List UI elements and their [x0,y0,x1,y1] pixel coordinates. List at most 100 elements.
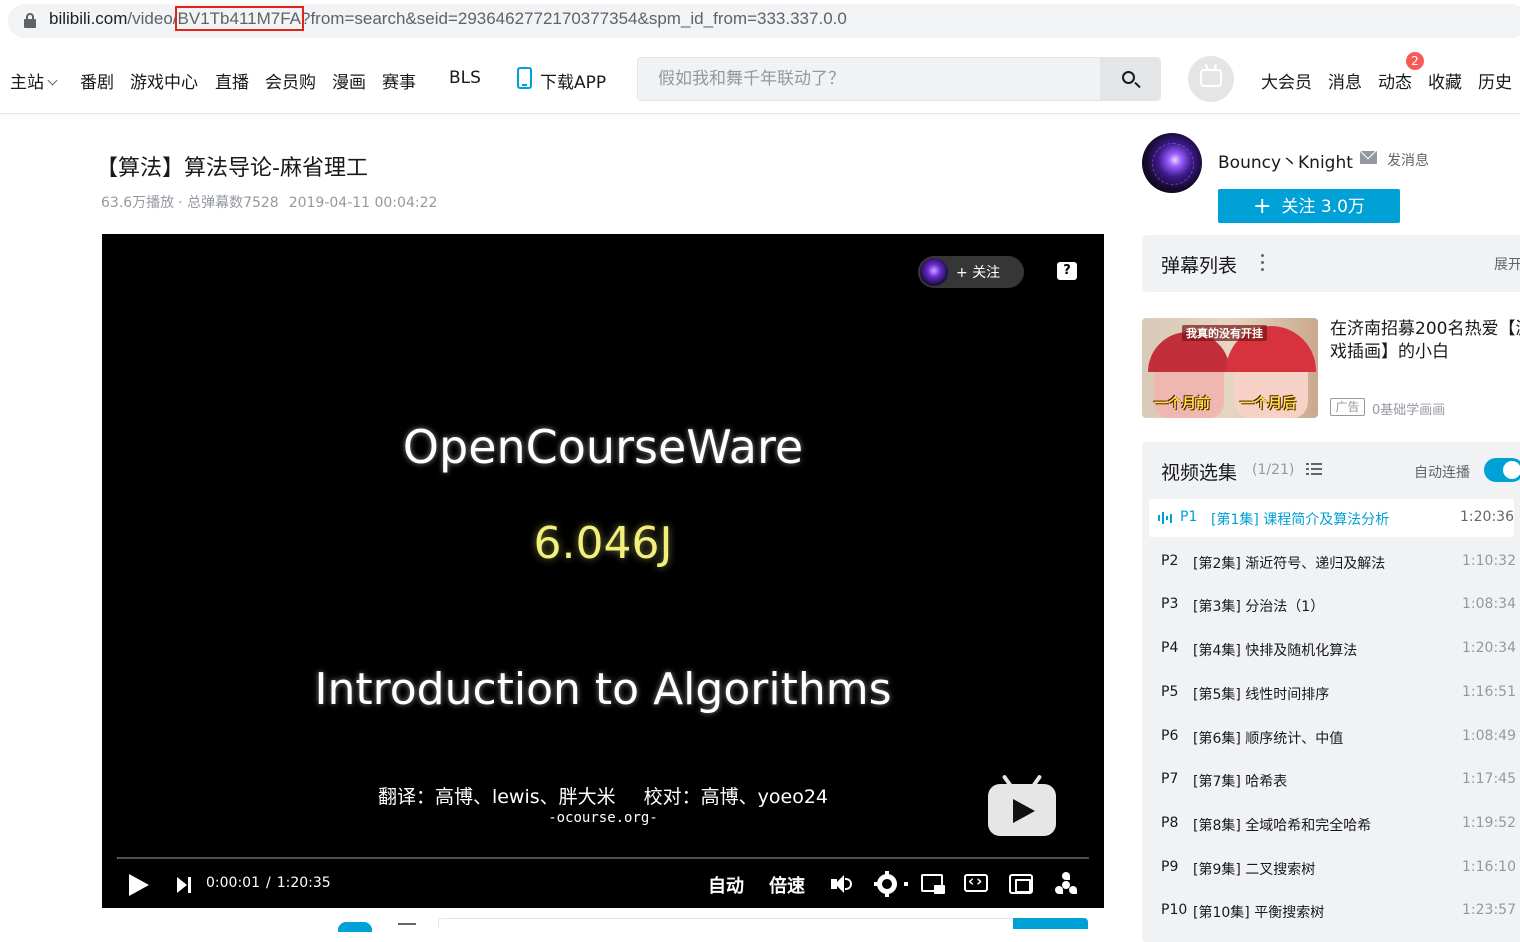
slide-line-3: Introduction to Algorithms [102,664,1104,715]
time-separator: / [266,875,271,891]
danmaku-toggle[interactable] [338,922,372,932]
search-icon [1122,71,1135,84]
ad-img-caption-right: 一个月后 [1240,393,1296,413]
web-fullscreen-icon[interactable] [1009,874,1033,894]
playlist-item-number: P8 [1161,815,1178,831]
nav-vip[interactable]: 大会员 [1261,68,1312,93]
player-follow-label: + 关注 [956,262,1000,282]
playlist-item-duration: 1:23:57 [1462,902,1516,918]
nav-download-app[interactable]: 下载APP [540,68,606,93]
nav-game-center[interactable]: 游戏中心 [130,68,198,93]
url-query: ?from=search&seid=2936462772170377354&sp… [301,9,847,28]
send-message-link[interactable]: 发消息 [1387,150,1429,170]
search-input[interactable] [638,58,1102,100]
danmaku-expand-button[interactable]: 展开 [1494,254,1520,274]
url-text[interactable]: bilibili.com/video/BV1Tb411M7FA?from=sea… [49,9,847,29]
phone-icon[interactable] [517,67,532,89]
follow-uploader-button[interactable]: + 关注 3.0万 [1218,189,1400,223]
more-options-icon[interactable] [1261,254,1265,272]
playlist-item[interactable]: P2[第2集] 渐近符号、递归及解法1:10:32 [1142,543,1516,581]
playlist-item-active[interactable]: P1[第1集] 课程简介及算法分析1:20:36 [1149,499,1514,537]
nav-messages[interactable]: 消息 [1328,68,1362,93]
playlist-title: 视频选集 [1161,458,1237,485]
url-video-id: BV1Tb411M7FA [178,9,301,28]
playlist-item-title: [第8集] 全域哈希和完全哈希 [1193,815,1371,835]
player-follow-button[interactable]: + 关注 [918,256,1024,288]
nav-main-site[interactable]: 主站 [10,68,56,93]
autoplay-label: 自动连播 [1414,462,1470,482]
nav-favorites[interactable]: 收藏 [1428,68,1462,93]
browser-address-bar: bilibili.com/video/BV1Tb411M7FA?from=sea… [0,0,1520,44]
playlist-item-title: [第5集] 线性时间排序 [1193,684,1329,704]
playlist-item[interactable]: P4[第4集] 快排及随机化算法1:20:34 [1142,630,1516,668]
nav-history[interactable]: 历史 [1478,68,1512,93]
help-icon[interactable]: ? [1057,262,1077,280]
danmaku-send-button[interactable] [1013,918,1088,929]
pip-icon[interactable] [921,874,943,892]
ad-source[interactable]: 0基础学画画 [1372,399,1445,418]
danmaku-settings-icon[interactable] [398,923,416,929]
progress-bar[interactable] [117,857,1089,859]
now-playing-icon [1158,512,1172,524]
playlist-item[interactable]: P6[第6集] 顺序统计、中值1:08:49 [1142,718,1516,756]
playlist-item-duration: 1:10:32 [1462,553,1516,569]
playlist-item[interactable]: P10[第10集] 平衡搜索树1:23:57 [1142,892,1516,930]
playlist-item-duration: 1:08:49 [1462,728,1516,744]
nav-bls[interactable]: BLS [449,68,481,88]
quality-button[interactable]: 自动 [708,872,744,900]
settings-gear-icon[interactable] [877,874,897,894]
speed-button[interactable]: 倍速 [769,872,805,900]
next-episode-icon[interactable] [177,877,191,893]
time-total: 1:20:35 [277,875,331,891]
playlist-item[interactable]: P8[第8集] 全域哈希和完全哈希1:19:52 [1142,805,1516,843]
danmaku-input[interactable] [438,918,1088,928]
danmaku-list-title: 弹幕列表 [1161,251,1237,278]
video-title: 【算法】算法导论-麻省理工 [96,150,368,182]
nav-main-site-label: 主站 [10,73,44,93]
nav-dynamic[interactable]: 动态 [1378,68,1412,93]
playlist-item-number: P5 [1161,684,1178,700]
url-path-prefix: /video/ [127,9,177,28]
uploader-avatar[interactable] [1142,133,1202,193]
playlist-item-number: P4 [1161,640,1178,656]
play-icon[interactable] [129,874,149,896]
uploader-name[interactable]: Bouncy丶Knight [1218,148,1353,173]
follow-uploader-label: 关注 3.0万 [1281,197,1364,217]
playlist-item-duration: 1:16:51 [1462,684,1516,700]
video-player[interactable]: + 关注 ? OpenCourseWare 6.046J Introductio… [102,234,1104,908]
danmaku-list-panel[interactable]: 弹幕列表 展开 [1142,235,1520,292]
widescreen-icon[interactable] [964,874,988,892]
playlist-item-number: P2 [1161,553,1178,569]
volume-icon[interactable] [831,874,853,894]
time-current: 0:00:01 [206,875,260,891]
playlist-item-title: [第10集] 平衡搜索树 [1193,902,1324,922]
ad-thumbnail[interactable]: 我真的没有开挂 一个月前 一个月后 [1142,318,1318,418]
slide-subtitle: 翻译：高博、lewis、胖大米校对：高博、yoeo24 [102,782,1104,809]
video-meta: 63.6万播放· 总弹幕数75282019-04-11 00:04:22 [101,192,447,212]
mail-icon[interactable] [1360,151,1377,164]
user-avatar[interactable] [1188,56,1234,102]
autoplay-toggle[interactable] [1484,458,1520,482]
bilibili-tv-play-icon[interactable] [988,774,1056,836]
playlist-item-duration: 1:16:10 [1462,859,1516,875]
playlist-item[interactable]: P7[第7集] 哈希表1:17:45 [1142,761,1516,799]
fullscreen-icon[interactable] [1055,874,1077,894]
lock-icon[interactable] [24,13,36,28]
nav-shop[interactable]: 会员购 [265,68,316,93]
nav-manga[interactable]: 漫画 [332,68,366,93]
ad-title-line-2: 戏插画】的小白 [1330,341,1520,364]
ad-img-caption-top: 我真的没有开挂 [1182,325,1267,341]
nav-live[interactable]: 直播 [215,68,249,93]
playlist-item[interactable]: P5 [第5集] 线性时间排序 1:16:51 [1142,674,1516,712]
nav-anime[interactable]: 番剧 [80,68,114,93]
playlist-item-title: [第7集] 哈希表 [1193,771,1287,791]
playlist-item[interactable]: P9[第9集] 二叉搜索树1:16:10 [1142,849,1516,887]
search-box [637,57,1161,101]
plus-icon: + [1253,194,1271,219]
episode-playlist: 视频选集 (1/21) 自动连播 P1[第1集] 课程简介及算法分析1:20:3… [1142,442,1520,942]
search-button[interactable] [1100,58,1160,100]
ad-title[interactable]: 在济南招募200名热爱【游 戏插画】的小白 [1330,318,1520,364]
list-view-icon[interactable] [1306,463,1322,476]
nav-esports[interactable]: 赛事 [382,68,416,93]
playlist-item[interactable]: P3[第3集] 分治法（1）1:08:34 [1142,586,1516,624]
